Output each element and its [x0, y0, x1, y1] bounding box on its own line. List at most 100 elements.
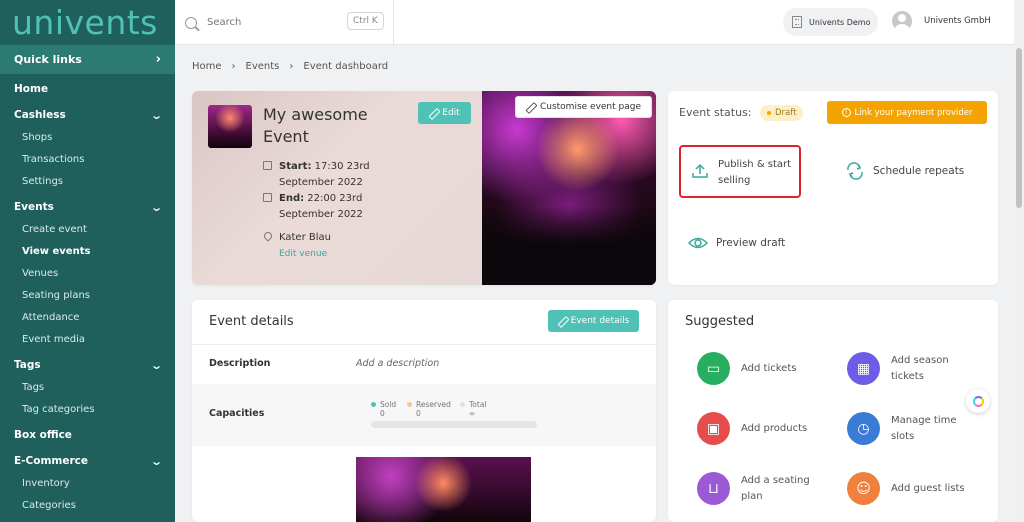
total-label: Total: [469, 400, 487, 409]
sidebar-item-tags-group[interactable]: Tags ⌄: [0, 354, 175, 376]
venue-name: Kater Blau: [279, 232, 331, 243]
add-season-tickets-label: Add season tickets: [891, 354, 949, 382]
add-description-link[interactable]: Add a description: [356, 358, 439, 369]
sidebar-item-view-events[interactable]: View events: [0, 240, 175, 262]
add-seating-plan-action[interactable]: ⊔ Add a seating plan: [697, 472, 831, 505]
sidebar-item-inventory[interactable]: Inventory: [0, 472, 175, 494]
edit-venue-link[interactable]: Edit venue: [263, 246, 413, 262]
sidebar-item-shops[interactable]: Shops: [0, 126, 175, 148]
breadcrumb: Home › Events › Event dashboard: [192, 61, 388, 72]
add-season-tickets-action[interactable]: ▦ Add season tickets: [847, 352, 981, 385]
sidebar-item-event-media[interactable]: Event media: [0, 328, 175, 350]
edit-event-button[interactable]: Edit: [418, 102, 471, 124]
add-tickets-action[interactable]: ▭ Add tickets: [697, 352, 831, 385]
event-end: End: 22:00 23rd September 2022: [263, 191, 413, 223]
search-input[interactable]: [207, 17, 327, 28]
description-label: Description: [209, 358, 271, 369]
chevron-right-icon: ›: [289, 61, 294, 72]
link-payment-provider-button[interactable]: ! Link your payment provider: [827, 101, 987, 124]
add-products-action[interactable]: ▣ Add products: [697, 412, 831, 445]
sidebar-item-box-office[interactable]: Box office: [0, 424, 175, 446]
link-payment-label: Link your payment provider: [854, 107, 973, 118]
pencil-icon: [429, 109, 438, 118]
sidebar: univents Quick links › Home Cashless ⌄ Sh…: [0, 0, 175, 522]
add-guest-lists-label: Add guest lists: [891, 482, 965, 494]
reserved-value: 0: [416, 409, 421, 418]
search-shortcut: Ctrl K: [347, 12, 384, 30]
suggested-card: Suggested ▭ Add tickets ▦ Add season tic…: [668, 300, 998, 522]
reserved-dot: [407, 402, 412, 407]
topbar: Ctrl K Univents Demo Univents GmbH: [175, 0, 1024, 45]
breadcrumb-home[interactable]: Home: [192, 61, 222, 72]
sidebar-item-cashless[interactable]: Cashless ⌄: [0, 104, 175, 126]
capacity-sold: Sold 0: [371, 400, 396, 418]
sidebar-item-venues[interactable]: Venues: [0, 262, 175, 284]
event-title: My awesome Event: [263, 105, 368, 146]
calendar-check-icon: [263, 193, 272, 202]
sidebar-item-tag-categories[interactable]: Tag categories: [0, 398, 175, 420]
event-start: Start: 17:30 23rd September 2022: [263, 159, 413, 191]
repeat-icon: [847, 162, 863, 180]
sidebar-item-label: Tags: [14, 359, 41, 371]
end-label: End:: [279, 193, 305, 204]
capacity-reserved: Reserved 0: [407, 400, 451, 418]
preview-draft-button[interactable]: Preview draft: [688, 234, 785, 252]
sidebar-item-attendance[interactable]: Attendance: [0, 306, 175, 328]
sidebar-item-transactions[interactable]: Transactions: [0, 148, 175, 170]
start-label: Start:: [279, 161, 312, 172]
add-tickets-label: Add tickets: [741, 362, 797, 374]
add-seating-plan-label: Add a seating plan: [741, 474, 810, 502]
divider: [192, 344, 656, 345]
sidebar-item-categories[interactable]: Categories: [0, 494, 175, 516]
sidebar-item-label: Events: [14, 201, 54, 213]
calendar-icon: [263, 161, 272, 170]
capacities-label: Capacities: [209, 408, 265, 419]
sidebar-item-create-event[interactable]: Create event: [0, 218, 175, 240]
upload-icon: [692, 163, 708, 178]
schedule-repeats-button[interactable]: Schedule repeats: [845, 162, 964, 180]
sidebar-nav: Home Cashless ⌄ Shops Transactions Settin…: [0, 74, 175, 516]
ticket-icon: ▭: [697, 352, 730, 385]
customise-event-page-button[interactable]: Customise event page: [515, 96, 652, 118]
user-menu[interactable]: Univents GmbH: [892, 11, 991, 31]
manage-time-slots-action[interactable]: ◷ Manage time slots: [847, 412, 981, 445]
sidebar-item-tags[interactable]: Tags: [0, 376, 175, 398]
pencil-icon: [558, 317, 567, 326]
search-box[interactable]: Ctrl K: [175, 0, 394, 45]
box-icon: ▣: [697, 412, 730, 445]
building-icon: [792, 16, 802, 28]
sofa-icon: ⊔: [697, 472, 730, 505]
pencil-icon: [526, 103, 535, 112]
publish-start-selling-button[interactable]: Publish & start selling: [679, 145, 801, 198]
scrollbar-thumb[interactable]: [1016, 48, 1022, 208]
app-logo[interactable]: univents: [0, 0, 175, 45]
sidebar-item-events[interactable]: Events ⌄: [0, 196, 175, 218]
quick-links[interactable]: Quick links ›: [0, 45, 175, 74]
page-scrollbar[interactable]: [1014, 0, 1024, 522]
chevron-down-icon: ⌄: [149, 358, 163, 372]
chevron-right-icon: ›: [231, 61, 236, 72]
sidebar-item-home[interactable]: Home: [0, 78, 175, 100]
organization-name: Univents Demo: [809, 17, 871, 27]
organization-switcher[interactable]: Univents Demo: [783, 8, 878, 36]
sold-label: Sold: [380, 400, 397, 409]
event-hero-info: My awesome Event Edit Start: 17:30 23rd …: [192, 91, 482, 285]
add-guest-lists-action[interactable]: ☺ Add guest lists: [847, 472, 981, 505]
clickup-widget-button[interactable]: [966, 389, 990, 413]
event-venue: Kater Blau Edit venue: [262, 230, 413, 262]
status-badge: Draft: [760, 105, 804, 121]
capacity-total: Total ∞: [460, 400, 487, 418]
event-details-button[interactable]: Event details: [548, 310, 639, 332]
event-cover-image: [482, 91, 656, 285]
sidebar-item-ecommerce[interactable]: E-Commerce ⌄: [0, 450, 175, 472]
publish-label: Publish & start selling: [718, 159, 792, 186]
event-status-label: Event status:: [679, 106, 752, 119]
calendar-icon: ▦: [847, 352, 880, 385]
avatar: [892, 11, 912, 31]
edit-event-label: Edit: [442, 108, 460, 118]
sidebar-item-label: E-Commerce: [14, 455, 88, 467]
sidebar-item-seating-plans[interactable]: Seating plans: [0, 284, 175, 306]
breadcrumb-events[interactable]: Events: [246, 61, 280, 72]
sidebar-item-settings[interactable]: Settings: [0, 170, 175, 192]
manage-time-slots-label: Manage time slots: [891, 414, 957, 442]
